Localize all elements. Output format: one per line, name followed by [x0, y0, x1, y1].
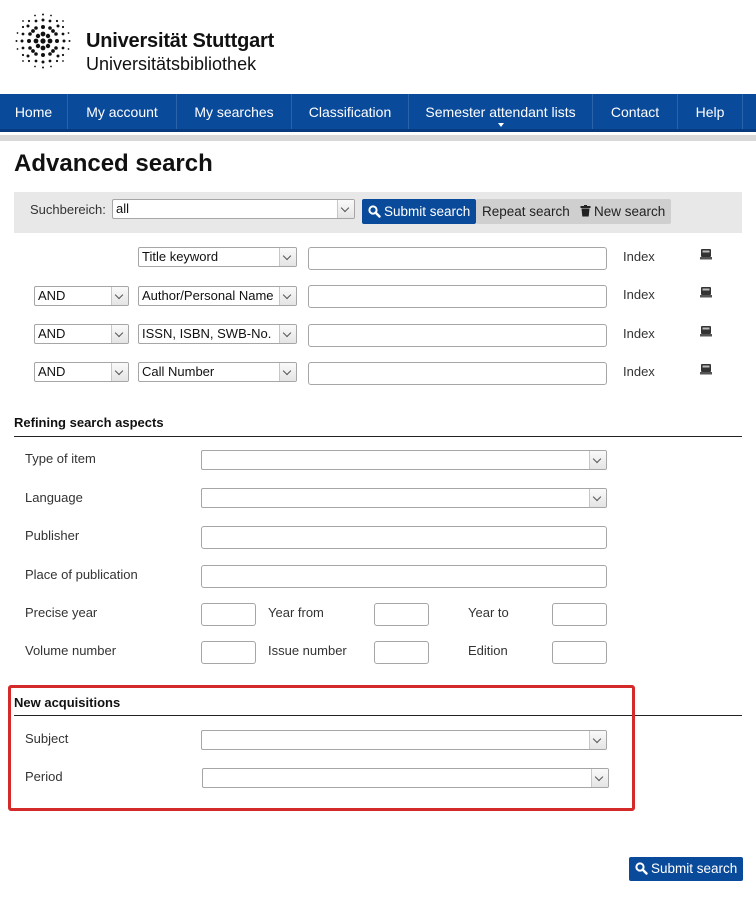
issue-number-label: Issue number — [268, 643, 347, 658]
year-to-label: Year to — [468, 605, 509, 620]
place-of-publication-label: Place of publication — [25, 567, 138, 582]
search-term-input[interactable] — [308, 247, 607, 270]
precise-year-label: Precise year — [25, 605, 98, 620]
trash-icon — [580, 205, 591, 217]
nav-item-label: My searches — [194, 104, 274, 120]
submit-search-label: Submit search — [651, 861, 738, 876]
search-term-input[interactable] — [308, 285, 607, 308]
library-name[interactable]: Universitätsbibliothek — [86, 54, 256, 75]
search-term-input[interactable] — [308, 324, 607, 347]
operator-value: AND — [38, 288, 66, 303]
precise-year-input[interactable] — [201, 603, 256, 626]
chevron-down-icon — [279, 248, 296, 266]
field-select-value: ISSN, ISBN, SWB-No. — [142, 326, 272, 341]
nav-item-home[interactable]: Home — [0, 94, 68, 129]
chevron-down-icon — [279, 325, 296, 343]
search-scope-value: all — [116, 201, 130, 216]
search-icon — [635, 862, 648, 875]
chevron-down-icon — [111, 363, 128, 381]
edition-label: Edition — [468, 643, 508, 658]
nav-item-label: Contact — [610, 104, 660, 120]
repeat-search-label: Repeat search — [482, 204, 570, 219]
nav-item-label: Help — [695, 104, 725, 120]
field-select-value: Title keyword — [142, 249, 219, 264]
language-label: Language — [25, 490, 83, 505]
field-select[interactable]: Title keyword — [138, 247, 297, 267]
repeat-search-button[interactable]: Repeat search — [476, 199, 576, 224]
operator-select[interactable]: AND — [34, 362, 129, 382]
nav-divider — [0, 135, 756, 141]
nav-item-label: Classification — [308, 104, 392, 120]
nav-item-my-searches[interactable]: My searches — [177, 94, 292, 129]
operator-select[interactable]: AND — [34, 286, 129, 306]
field-select-value: Author/Personal Name — [142, 288, 274, 303]
field-select[interactable]: ISSN, ISBN, SWB-No. — [138, 324, 297, 344]
new-search-button[interactable]: New search — [574, 199, 672, 224]
publisher-input[interactable] — [201, 526, 607, 549]
chevron-down-icon — [337, 200, 354, 218]
nav-item-label: Home — [14, 104, 53, 120]
field-select-value: Call Number — [142, 364, 215, 379]
chevron-down-icon — [111, 287, 128, 305]
issue-number-input[interactable] — [374, 641, 429, 664]
main-nav: Home My account My searches Classificati… — [0, 94, 756, 132]
submit-search-button[interactable]: Submit search — [362, 199, 477, 224]
index-link[interactable]: Index — [623, 364, 655, 379]
submit-search-label: Submit search — [384, 204, 471, 219]
nav-item-classification[interactable]: Classification — [292, 94, 409, 129]
type-of-item-label: Type of item — [25, 451, 96, 466]
chevron-down-icon — [589, 451, 606, 469]
chevron-down-icon — [589, 489, 606, 507]
nav-item-label: My account — [86, 104, 158, 120]
year-to-input[interactable] — [552, 603, 607, 626]
book-icon[interactable] — [700, 286, 712, 298]
chevron-down-icon — [279, 287, 296, 305]
operator-value: AND — [38, 326, 66, 341]
university-logo-icon[interactable] — [14, 12, 72, 70]
field-select[interactable]: Call Number — [138, 362, 297, 382]
nav-item-label: Semester attendant lists — [425, 104, 576, 120]
section-divider — [14, 436, 742, 437]
nav-item-semester-lists[interactable]: Semester attendant lists — [409, 94, 593, 129]
search-toolbar: Suchbereich: all Submit search Repeat se… — [14, 192, 742, 233]
type-of-item-select[interactable] — [201, 450, 607, 470]
index-link[interactable]: Index — [623, 287, 655, 302]
book-icon[interactable] — [700, 363, 712, 375]
new-search-label: New search — [594, 204, 666, 219]
volume-number-label: Volume number — [25, 643, 117, 658]
submit-search-button-bottom[interactable]: Submit search — [629, 857, 744, 881]
search-icon — [368, 205, 381, 218]
book-icon[interactable] — [700, 248, 712, 260]
operator-select[interactable]: AND — [34, 324, 129, 344]
search-scope-label: Suchbereich: — [30, 202, 106, 217]
site-header: Universität Stuttgart Universitätsbiblio… — [0, 0, 756, 94]
language-select[interactable] — [201, 488, 607, 508]
section-title-refine: Refining search aspects — [14, 415, 164, 430]
publisher-label: Publisher — [25, 528, 80, 543]
index-link[interactable]: Index — [623, 326, 655, 341]
chevron-down-icon — [111, 325, 128, 343]
highlight-box — [8, 685, 635, 811]
university-name[interactable]: Universität Stuttgart — [86, 30, 274, 53]
nav-item-contact[interactable]: Contact — [593, 94, 678, 129]
nav-item-help[interactable]: Help — [678, 94, 743, 129]
nav-item-my-account[interactable]: My account — [68, 94, 177, 129]
chevron-down-icon — [279, 363, 296, 381]
search-term-input[interactable] — [308, 362, 607, 385]
place-of-publication-input[interactable] — [201, 565, 607, 588]
year-from-label: Year from — [268, 605, 324, 620]
search-scope-select[interactable]: all — [112, 199, 355, 219]
page-title: Advanced search — [14, 150, 213, 177]
field-select[interactable]: Author/Personal Name — [138, 286, 297, 306]
edition-input[interactable] — [552, 641, 607, 664]
dropdown-caret-icon — [497, 123, 504, 127]
book-icon[interactable] — [700, 325, 712, 337]
operator-value: AND — [38, 364, 66, 379]
index-link[interactable]: Index — [623, 249, 655, 264]
year-from-input[interactable] — [374, 603, 429, 626]
volume-number-input[interactable] — [201, 641, 256, 664]
